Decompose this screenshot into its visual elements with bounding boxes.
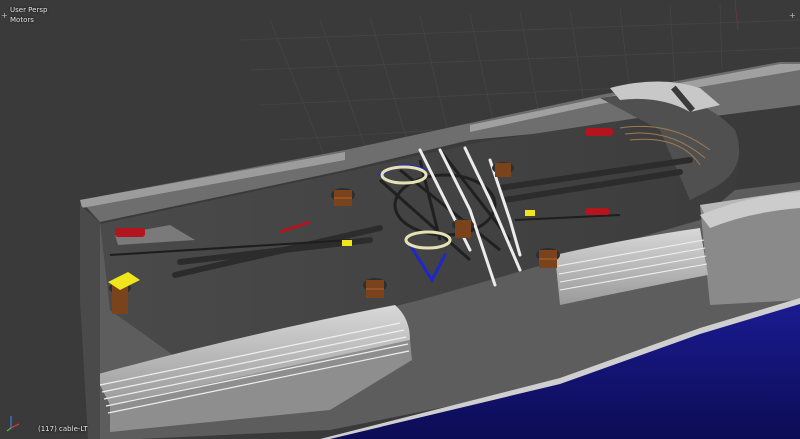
view-name-label: User Persp bbox=[10, 6, 48, 14]
object-info-label: (117) cable-LT bbox=[38, 425, 88, 433]
axis-gizmo-icon bbox=[6, 416, 20, 432]
toolbar-expand-left-button[interactable]: + bbox=[1, 12, 9, 20]
toolbar-expand-right-button[interactable]: + bbox=[789, 12, 797, 20]
3d-viewport[interactable]: + + User Persp Motors (117) cable-LT bbox=[0, 0, 800, 439]
scene-render[interactable] bbox=[0, 0, 800, 439]
group-name-label: Motors bbox=[10, 16, 34, 24]
